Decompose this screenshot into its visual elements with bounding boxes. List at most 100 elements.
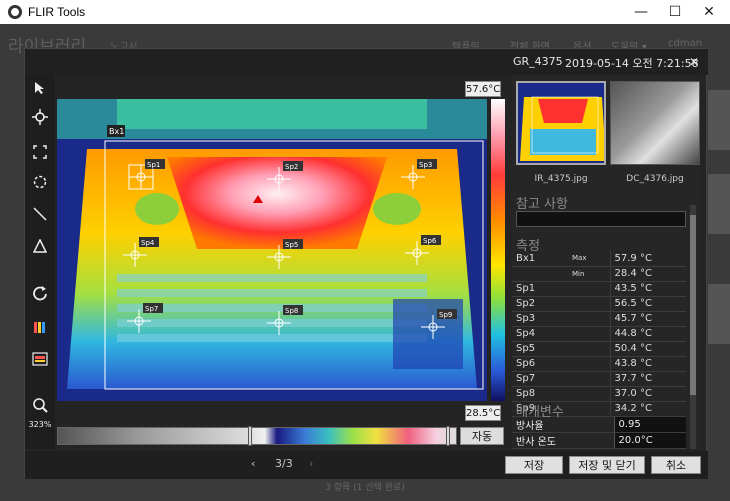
window-close-button[interactable]: ✕: [692, 2, 726, 22]
slider-handle-low[interactable]: [248, 426, 252, 446]
image-editor-dialog: GR_4375 2019-05-14 오전 7:21:58 ✕ 323% Bx1…: [24, 48, 708, 479]
measurement-sub: [572, 401, 610, 417]
rotate-tool-icon[interactable]: [27, 285, 53, 309]
measurement-name: Sp8: [512, 386, 572, 402]
measurements-table: Bx1 Max 57.9 °C Min 28.4 °C Sp1 43.5 °C Sp2 56.5…: [512, 251, 686, 417]
dc-thumbnail[interactable]: [610, 81, 700, 165]
measurement-row[interactable]: Sp4 44.8 °C: [512, 326, 686, 342]
measurement-row[interactable]: Sp8 37.0 °C: [512, 386, 686, 402]
next-image-button[interactable]: ›: [309, 457, 313, 470]
measurement-row[interactable]: Sp7 37.7 °C: [512, 371, 686, 387]
measurement-name: Sp4: [512, 326, 572, 342]
notes-field[interactable]: [516, 211, 686, 227]
dialog-close-button[interactable]: ✕: [689, 55, 699, 69]
prev-image-button[interactable]: ‹: [251, 457, 255, 470]
scrollbar-thumb[interactable]: [690, 215, 696, 395]
measurement-row[interactable]: Bx1 Max 57.9 °C: [512, 251, 686, 267]
box-tool-icon[interactable]: [27, 143, 53, 167]
save-close-button[interactable]: 저장 및 닫기: [569, 456, 645, 474]
param-name: 반사 온도: [512, 432, 614, 449]
parameters-table: 방사율 0.95 반사 온도 20.0°C: [512, 417, 686, 449]
param-name: 방사율: [512, 417, 614, 433]
file-name: GR_4375: [513, 55, 563, 68]
notes-title: 참고 사항: [516, 197, 568, 212]
side-panel: IR_4375.jpg DC_4376.jpg 참고 사항 측정 Bx1 Max 5…: [512, 75, 700, 449]
circle-tool-icon[interactable]: [27, 173, 53, 197]
ir-thumbnail-label: IR_4375.jpg: [534, 174, 588, 184]
spot-label: Sp5: [285, 241, 298, 249]
measurement-name: Sp6: [512, 356, 572, 372]
measurement-name: Bx1: [512, 251, 572, 267]
measurement-value: 56.5 °C: [609, 296, 686, 312]
measurement-name: Sp7: [512, 371, 572, 387]
measurement-sub: [572, 281, 610, 297]
ir-thumbnail[interactable]: [516, 81, 606, 165]
line-tool-icon[interactable]: [27, 205, 53, 229]
measurement-row[interactable]: Sp2 56.5 °C: [512, 296, 686, 312]
thermal-image[interactable]: Bx1 Sp1 Sp2 Sp3 Sp4 Sp5 Sp6 Sp7 Sp8 Sp9: [57, 99, 487, 401]
measurement-value: 45.7 °C: [609, 311, 686, 327]
spot-label: Sp9: [439, 311, 452, 319]
spot-label: Sp2: [285, 163, 298, 171]
measurement-value: 28.4 °C: [609, 266, 686, 282]
image-mode-icon[interactable]: [27, 351, 53, 375]
spot-label: Sp3: [419, 161, 432, 169]
spot-label: Sp6: [423, 237, 437, 245]
side-scrollbar[interactable]: [690, 205, 696, 449]
param-row[interactable]: 반사 온도 20.0°C: [512, 432, 686, 449]
maximize-button[interactable]: ☐: [658, 2, 692, 22]
spot-label: Sp4: [141, 239, 155, 247]
measurement-row[interactable]: Sp5 50.4 °C: [512, 341, 686, 357]
background-thumbnail: [708, 174, 730, 234]
measurement-row[interactable]: Sp6 43.8 °C: [512, 356, 686, 372]
flir-app-icon: [8, 5, 22, 19]
capture-datetime: 2019-05-14 오전 7:21:58: [565, 57, 699, 70]
spot-tool-icon[interactable]: [27, 109, 53, 133]
measurement-name: Sp1: [512, 281, 572, 297]
palette-tool-icon[interactable]: [27, 319, 53, 343]
spot-label: Sp8: [285, 307, 298, 315]
spot-label: Sp1: [147, 161, 160, 169]
measurement-value: 43.8 °C: [609, 356, 686, 372]
background-thumbnail: [708, 90, 730, 150]
measurement-value: 37.7 °C: [609, 371, 686, 387]
measurement-value: 34.2 °C: [609, 401, 686, 417]
box-label: Bx1: [109, 127, 124, 136]
measurement-row[interactable]: Sp3 45.7 °C: [512, 311, 686, 327]
library-status: 3 항목 (1 선택 완료): [325, 483, 405, 493]
level-span-slider[interactable]: [57, 426, 457, 446]
background-thumbnail: [708, 284, 730, 344]
measurement-sub: [572, 311, 610, 327]
spot-label: Sp7: [145, 305, 158, 313]
save-button[interactable]: 저장: [505, 456, 563, 474]
zoom-tool-icon[interactable]: [27, 397, 53, 421]
scale-max-value[interactable]: 57.6°C: [465, 81, 501, 97]
measurement-value: 50.4 °C: [609, 341, 686, 357]
measurement-name: Sp5: [512, 341, 572, 357]
param-row[interactable]: 방사율 0.95: [512, 417, 686, 433]
measurement-sub: Max: [572, 251, 610, 267]
scale-min-value[interactable]: 28.5°C: [465, 405, 501, 421]
auto-adjust-button[interactable]: 자동: [460, 427, 504, 445]
delta-tool-icon[interactable]: [27, 237, 53, 261]
tool-palette: 323%: [25, 75, 55, 449]
minimize-button[interactable]: —: [624, 2, 658, 22]
measurement-value: 43.5 °C: [609, 281, 686, 297]
measurement-name: Sp3: [512, 311, 572, 327]
param-value[interactable]: 0.95: [613, 417, 686, 433]
dc-thumbnail-label: DC_4376.jpg: [626, 174, 684, 184]
param-value[interactable]: 20.0°C: [613, 432, 686, 449]
measurement-row[interactable]: Min 28.4 °C: [512, 266, 686, 282]
select-tool-icon[interactable]: [27, 79, 53, 103]
measurement-sub: [572, 341, 610, 357]
dialog-footer: ‹ 3/3 › 저장 저장 및 닫기 취소: [25, 451, 708, 479]
measurement-name: Sp2: [512, 296, 572, 312]
measurement-value: 57.9 °C: [609, 251, 686, 267]
temperature-scale-bar: [491, 99, 505, 401]
window-title: FLIR Tools: [28, 5, 86, 19]
page-indicator: 3/3: [275, 457, 293, 470]
dialog-header: GR_4375 2019-05-14 오전 7:21:58 ✕: [25, 49, 708, 75]
slider-handle-high[interactable]: [446, 426, 450, 446]
measurement-row[interactable]: Sp1 43.5 °C: [512, 281, 686, 297]
cancel-button[interactable]: 취소: [651, 456, 701, 474]
